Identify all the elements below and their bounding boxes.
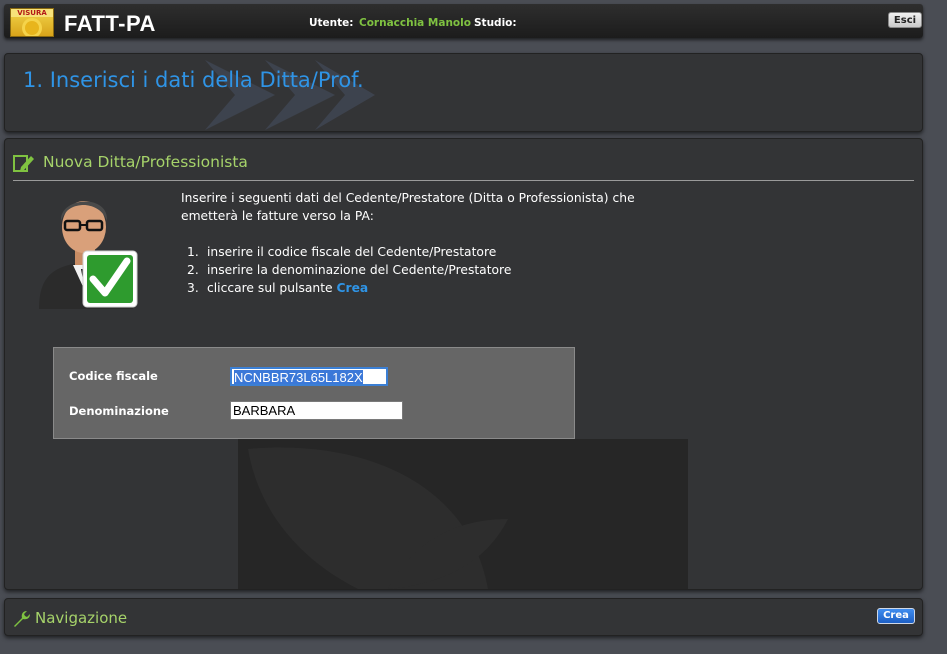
studio-label: Studio: — [474, 17, 517, 29]
leaf-icon — [248, 447, 508, 589]
crea-link[interactable]: Crea — [336, 281, 368, 295]
navigation-panel: Navigazione Crea — [4, 598, 923, 636]
leaf-watermark — [238, 439, 688, 589]
codice-fiscale-label: Codice fiscale — [69, 369, 158, 383]
logo-sun-icon — [25, 21, 39, 35]
section-divider — [13, 180, 914, 181]
instruction-list: 1. inserire il codice fiscale del Cedente… — [187, 243, 511, 297]
list-item: 2. inserire la denominazione del Cedente/… — [187, 263, 512, 277]
user-name: Cornacchia Manolo — [359, 17, 471, 29]
company-form: Codice fiscale NCNBBR73L65L182X Denomina… — [53, 347, 575, 439]
user-label: Utente: — [309, 17, 354, 29]
section-title: Nuova Ditta/Professionista — [43, 153, 248, 171]
step-title: 1. Inserisci i dati della Ditta/Prof. — [23, 68, 364, 92]
visura-logo: VISURA — [10, 8, 54, 37]
list-item: 3. cliccare sul pulsante Crea — [187, 281, 369, 295]
app-title: FATT-PA — [64, 11, 156, 36]
top-bar: VISURA FATT-PA Utente: Cornacchia Manolo… — [4, 4, 923, 38]
edit-icon — [13, 155, 34, 172]
intro-text: Inserire i seguenti dati del Cedente/Pre… — [181, 191, 635, 223]
navigation-title: Navigazione — [35, 609, 128, 627]
new-company-panel: Nuova Ditta/Professionista Inserire i se… — [4, 138, 923, 590]
step-panel: 1. Inserisci i dati della Ditta/Prof. — [4, 53, 923, 132]
denominazione-input[interactable]: BARBARA — [230, 401, 403, 420]
user-check-icon — [39, 201, 138, 309]
codice-fiscale-value: NCNBBR73L65L182X — [234, 370, 363, 385]
denominazione-label: Denominazione — [69, 404, 169, 418]
logo-text: VISURA — [11, 9, 53, 17]
logout-button[interactable]: Esci — [888, 12, 922, 28]
codice-fiscale-input[interactable]: NCNBBR73L65L182X — [230, 367, 388, 386]
create-button[interactable]: Crea — [877, 608, 915, 624]
wrench-icon — [14, 611, 30, 627]
list-item: 1. inserire il codice fiscale del Cedente… — [187, 245, 497, 259]
